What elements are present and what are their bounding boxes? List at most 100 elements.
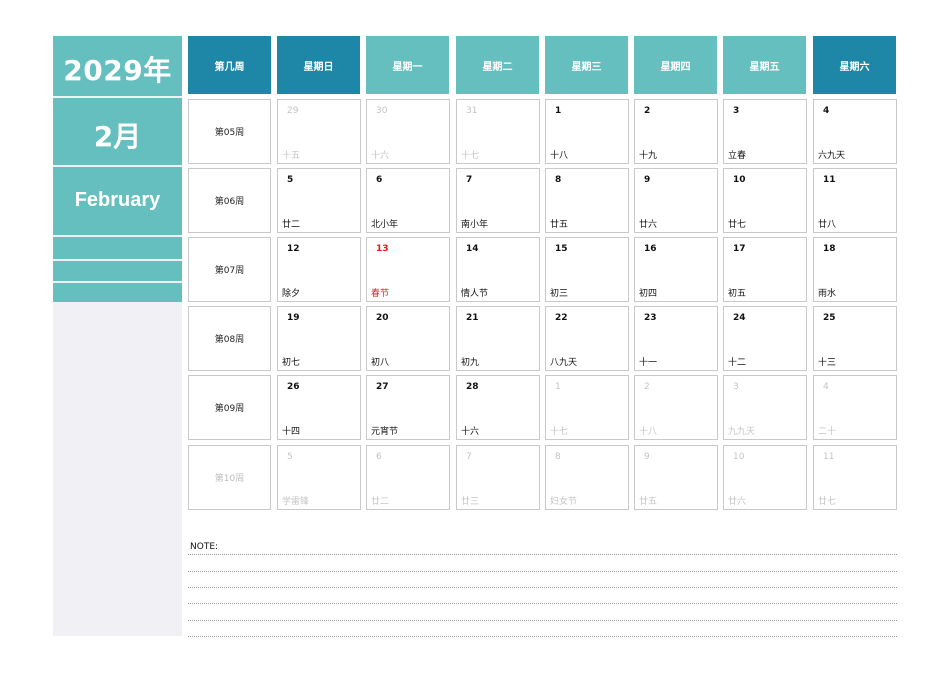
day-number: 9 <box>644 175 651 185</box>
day-cell[interactable]: 28 十六 <box>456 375 540 440</box>
day-cell[interactable]: 11 廿七 <box>813 445 897 510</box>
day-cell[interactable]: 15 初三 <box>545 237 629 302</box>
lunar-date-label: 六九天 <box>818 151 846 161</box>
day-number: 23 <box>644 313 657 323</box>
note-line[interactable] <box>188 636 897 637</box>
day-cell[interactable]: 2 十八 <box>634 375 718 440</box>
week-number-cell: 第09周 <box>188 375 271 440</box>
day-number: 31 <box>466 106 478 116</box>
lunar-date-label: 廿二 <box>282 220 301 230</box>
day-cell[interactable]: 8 廿五 <box>545 168 629 233</box>
lunar-date-label: 十七 <box>461 151 480 161</box>
day-cell[interactable]: 8 妇女节 <box>545 445 629 510</box>
month-english-label: February <box>74 189 161 211</box>
note-line[interactable] <box>188 620 897 621</box>
day-number: 8 <box>555 452 561 462</box>
day-number: 3 <box>733 106 740 116</box>
note-label: NOTE: <box>190 542 219 552</box>
lunar-date-label: 南小年 <box>461 220 489 230</box>
day-number: 13 <box>376 244 389 254</box>
lunar-date-label: 八九天 <box>550 358 578 368</box>
day-cell[interactable]: 5 廿二 <box>277 168 361 233</box>
day-cell[interactable]: 11 廿八 <box>813 168 897 233</box>
lunar-date-label: 廿六 <box>639 220 658 230</box>
festival-label: 春节 <box>371 289 390 299</box>
note-line[interactable] <box>188 587 897 588</box>
day-cell[interactable]: 4 二十 <box>813 375 897 440</box>
lunar-date-label: 情人节 <box>461 289 489 299</box>
sidebar-stripe <box>53 283 182 302</box>
day-number: 11 <box>823 175 836 185</box>
day-cell[interactable]: 22 八九天 <box>545 306 629 371</box>
day-cell[interactable]: 25 十三 <box>813 306 897 371</box>
day-cell[interactable]: 2 十九 <box>634 99 718 164</box>
year-label: 2029年 <box>63 54 172 87</box>
day-number: 2 <box>644 382 650 392</box>
day-cell[interactable]: 10 廿六 <box>723 445 807 510</box>
day-cell[interactable]: 29 十五 <box>277 99 361 164</box>
lunar-date-label: 立春 <box>728 151 747 161</box>
header-week-number: 第几周 <box>188 36 271 94</box>
day-cell[interactable]: 27 元宵节 <box>366 375 450 440</box>
lunar-date-label: 初四 <box>639 289 658 299</box>
day-number: 20 <box>376 313 389 323</box>
day-cell[interactable]: 7 廿三 <box>456 445 540 510</box>
day-cell[interactable]: 6 北小年 <box>366 168 450 233</box>
day-number: 3 <box>733 382 739 392</box>
day-cell[interactable]: 30 十六 <box>366 99 450 164</box>
week-number-cell: 第10周 <box>188 445 271 510</box>
header-monday: 星期一 <box>366 36 449 94</box>
day-cell[interactable]: 23 十一 <box>634 306 718 371</box>
day-cell[interactable]: 13 春节 <box>366 237 450 302</box>
day-cell[interactable]: 14 情人节 <box>456 237 540 302</box>
day-cell[interactable]: 20 初八 <box>366 306 450 371</box>
day-cell[interactable]: 12 除夕 <box>277 237 361 302</box>
day-cell[interactable]: 17 初五 <box>723 237 807 302</box>
lunar-date-label: 十三 <box>818 358 837 368</box>
day-cell[interactable]: 21 初九 <box>456 306 540 371</box>
note-line[interactable] <box>188 554 897 555</box>
day-number: 17 <box>733 244 746 254</box>
day-cell[interactable]: 16 初四 <box>634 237 718 302</box>
year-banner: 2029年 <box>53 36 182 96</box>
day-cell[interactable]: 6 廿二 <box>366 445 450 510</box>
day-cell[interactable]: 26 十四 <box>277 375 361 440</box>
week-number-cell: 第05周 <box>188 99 271 164</box>
day-number: 4 <box>823 382 829 392</box>
header-wednesday: 星期三 <box>545 36 628 94</box>
lunar-date-label: 初三 <box>550 289 569 299</box>
lunar-date-label: 十一 <box>639 358 658 368</box>
day-cell[interactable]: 5 学雷锋 <box>277 445 361 510</box>
lunar-date-label: 廿六 <box>728 497 747 507</box>
month-banner: 2月 <box>53 98 182 165</box>
day-number: 28 <box>466 382 479 392</box>
day-number: 8 <box>555 175 562 185</box>
day-cell[interactable]: 9 廿六 <box>634 168 718 233</box>
lunar-date-label: 廿五 <box>639 497 658 507</box>
lunar-date-label: 十九 <box>639 151 658 161</box>
day-cell[interactable]: 18 雨水 <box>813 237 897 302</box>
day-cell[interactable]: 1 十七 <box>545 375 629 440</box>
day-cell[interactable]: 3 九九天 <box>723 375 807 440</box>
lunar-date-label: 初五 <box>728 289 747 299</box>
month-label: 2月 <box>93 120 142 153</box>
day-cell[interactable]: 1 十八 <box>545 99 629 164</box>
day-cell[interactable]: 4 六九天 <box>813 99 897 164</box>
day-number: 29 <box>287 106 299 116</box>
day-cell[interactable]: 19 初七 <box>277 306 361 371</box>
note-line[interactable] <box>188 571 897 572</box>
day-cell[interactable]: 3 立春 <box>723 99 807 164</box>
month-english-banner: February <box>53 167 182 235</box>
day-cell[interactable]: 9 廿五 <box>634 445 718 510</box>
day-cell[interactable]: 24 十二 <box>723 306 807 371</box>
lunar-date-label: 妇女节 <box>550 497 578 507</box>
lunar-date-label: 二十 <box>818 427 837 437</box>
day-cell[interactable]: 7 南小年 <box>456 168 540 233</box>
day-number: 1 <box>555 106 562 116</box>
note-line[interactable] <box>188 603 897 604</box>
day-number: 14 <box>466 244 479 254</box>
day-cell[interactable]: 10 廿七 <box>723 168 807 233</box>
day-number: 18 <box>823 244 836 254</box>
day-cell[interactable]: 31 十七 <box>456 99 540 164</box>
day-number: 30 <box>376 106 388 116</box>
